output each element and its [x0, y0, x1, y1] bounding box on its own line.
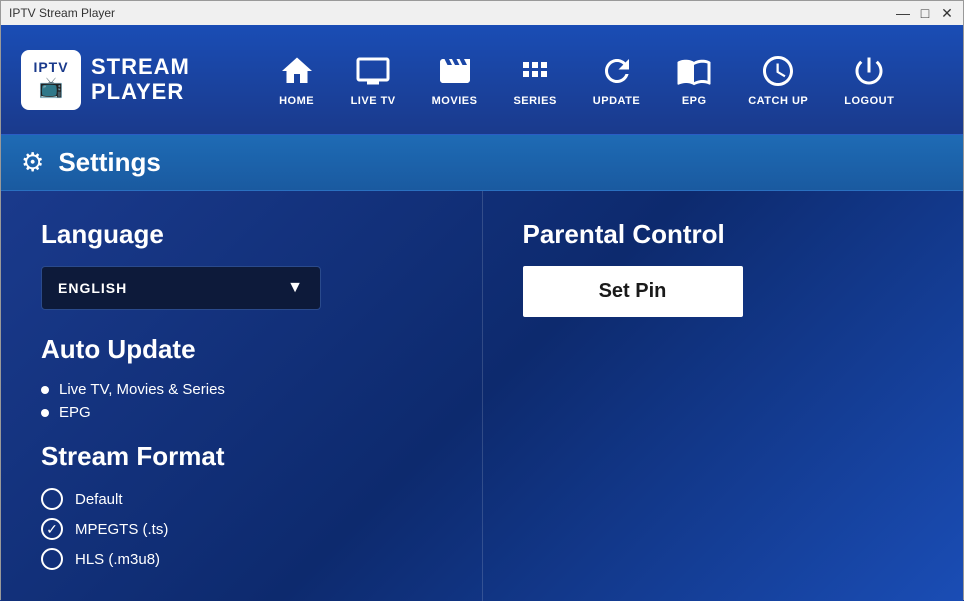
clock-icon: [760, 53, 796, 89]
header: IPTV 📺 STREAM PLAYER HOME LIVE TV MOVIES…: [1, 25, 963, 135]
nav-item-movies[interactable]: MOVIES: [414, 45, 496, 115]
language-section: Language ENGLISH ▼: [41, 219, 442, 310]
logo-text: STREAM PLAYER: [91, 55, 190, 103]
nav-item-epg[interactable]: EPG: [658, 45, 730, 115]
logo-line1: STREAM: [91, 55, 190, 79]
series-icon: [517, 53, 553, 89]
nav-item-logout[interactable]: LOGOUT: [826, 45, 912, 115]
right-panel: Parental Control Set Pin: [483, 191, 964, 601]
language-dropdown-wrapper: ENGLISH ▼: [41, 266, 321, 310]
nav-label-movies: MOVIES: [432, 95, 478, 107]
settings-title: Settings: [58, 147, 161, 178]
auto-update-section: Auto Update Live TV, Movies & Series EPG: [41, 334, 442, 421]
nav-item-series[interactable]: SERIES: [495, 45, 574, 115]
refresh-icon: [599, 53, 635, 89]
stream-format-default-label: Default: [75, 491, 123, 508]
settings-bar: ⚙ Settings: [1, 135, 963, 191]
nav-item-live-tv[interactable]: LIVE TV: [333, 45, 414, 115]
epg-icon: [676, 53, 712, 89]
stream-format-section: Stream Format Default MPEGTS (.ts) HLS (…: [41, 441, 442, 570]
nav-label-epg: EPG: [682, 95, 707, 107]
language-selected-value: ENGLISH: [58, 280, 127, 296]
film-icon: [437, 53, 473, 89]
home-icon: [279, 53, 315, 89]
auto-update-title: Auto Update: [41, 334, 442, 365]
logo-iptv-text: IPTV: [33, 59, 68, 75]
nav-item-update[interactable]: UPDATE: [575, 45, 658, 115]
auto-update-label-1: Live TV, Movies & Series: [59, 381, 225, 398]
nav-label-live-tv: LIVE TV: [351, 95, 396, 107]
stream-format-mpegts-label: MPEGTS (.ts): [75, 521, 168, 538]
bullet-dot-1: [41, 386, 49, 394]
radio-circle-mpegts: [41, 518, 63, 540]
logo-tv-icon: 📺: [39, 75, 64, 100]
main-content: Language ENGLISH ▼ Auto Update Live TV, …: [1, 191, 963, 601]
stream-format-default[interactable]: Default: [41, 488, 442, 510]
language-dropdown[interactable]: ENGLISH ▼: [41, 266, 321, 310]
title-bar: IPTV Stream Player — □ ✕: [1, 1, 963, 25]
title-bar-controls: — □ ✕: [895, 5, 955, 21]
nav-label-catch-up: CATCH UP: [748, 95, 808, 107]
left-panel: Language ENGLISH ▼ Auto Update Live TV, …: [1, 191, 483, 601]
logo-area: IPTV 📺 STREAM PLAYER: [21, 50, 190, 110]
set-pin-button[interactable]: Set Pin: [523, 266, 743, 317]
logo-icon: IPTV 📺: [21, 50, 81, 110]
power-icon: [851, 53, 887, 89]
nav-item-home[interactable]: HOME: [261, 45, 333, 115]
tv-icon: [355, 53, 391, 89]
auto-update-item-1: Live TV, Movies & Series: [41, 381, 442, 398]
nav-label-series: SERIES: [513, 95, 556, 107]
minimize-button[interactable]: —: [895, 5, 911, 21]
language-section-title: Language: [41, 219, 442, 250]
nav-label-update: UPDATE: [593, 95, 640, 107]
auto-update-label-2: EPG: [59, 404, 91, 421]
radio-circle-hls: [41, 548, 63, 570]
stream-format-mpegts[interactable]: MPEGTS (.ts): [41, 518, 442, 540]
title-bar-text: IPTV Stream Player: [9, 6, 115, 20]
maximize-button[interactable]: □: [917, 5, 933, 21]
stream-format-title: Stream Format: [41, 441, 442, 472]
auto-update-item-2: EPG: [41, 404, 442, 421]
nav-item-catch-up[interactable]: CATCH UP: [730, 45, 826, 115]
settings-gear-icon: ⚙: [21, 147, 44, 178]
radio-circle-default: [41, 488, 63, 510]
nav-items: HOME LIVE TV MOVIES SERIES UPDATE EPG: [230, 45, 943, 115]
stream-format-hls[interactable]: HLS (.m3u8): [41, 548, 442, 570]
chevron-down-icon: ▼: [287, 279, 304, 297]
nav-label-logout: LOGOUT: [844, 95, 894, 107]
logo-line2: PLAYER: [91, 80, 190, 104]
bullet-dot-2: [41, 409, 49, 417]
parental-control-title: Parental Control: [523, 219, 924, 250]
nav-label-home: HOME: [279, 95, 314, 107]
close-button[interactable]: ✕: [939, 5, 955, 21]
stream-format-hls-label: HLS (.m3u8): [75, 551, 160, 568]
